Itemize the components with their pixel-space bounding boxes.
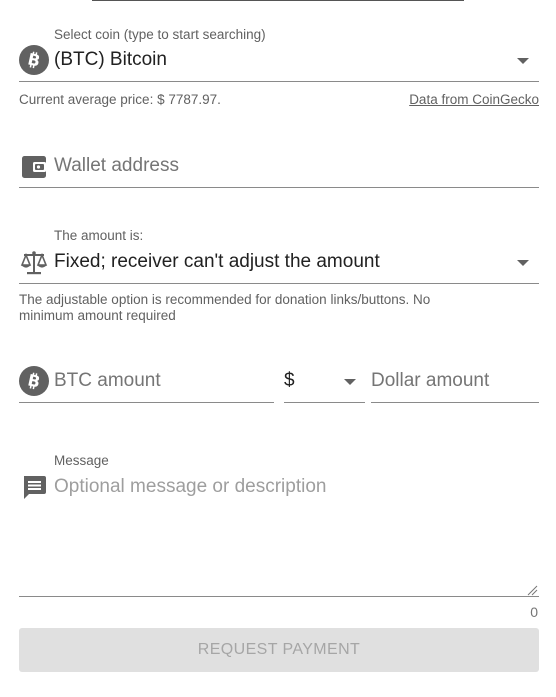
amount-type-helper-line1: The adjustable option is recommended for… — [19, 292, 431, 307]
message-label: Message — [54, 453, 109, 468]
amount-type-helper: The adjustable option is recommended for… — [19, 292, 430, 324]
amount-type-value[interactable]: Fixed; receiver can't adjust the amount — [54, 251, 380, 273]
coin-select-underline — [19, 81, 539, 82]
message-underline — [19, 596, 539, 597]
currency-select-value[interactable]: $ — [284, 370, 295, 392]
bitcoin-icon: B — [19, 366, 49, 396]
btc-amount-underline — [19, 402, 274, 403]
amount-type-underline — [19, 283, 539, 284]
request-payment-button[interactable]: REQUEST PAYMENT — [19, 628, 539, 672]
amount-type-label: The amount is: — [54, 228, 144, 243]
amount-type-helper-line2: minimum amount required — [19, 308, 176, 323]
current-price-text: Current average price: $ 7787.97. — [19, 92, 221, 107]
scale-icon — [20, 250, 48, 276]
resize-handle-icon[interactable] — [527, 583, 538, 596]
message-textarea[interactable]: Optional message or description — [54, 476, 326, 498]
currency-underline — [284, 402, 365, 403]
dollar-amount-underline — [371, 402, 539, 403]
coin-select-value[interactable]: (BTC) Bitcoin — [54, 49, 167, 71]
request-payment-label: REQUEST PAYMENT — [197, 641, 361, 658]
coin-select-label: Select coin (type to start searching) — [54, 27, 266, 42]
message-char-count: 0 — [530, 604, 538, 620]
dollar-amount-input[interactable]: Dollar amount — [371, 370, 489, 392]
bitcoin-icon: B — [19, 45, 49, 75]
chevron-down-icon[interactable] — [344, 379, 356, 385]
coingecko-link[interactable]: Data from CoinGecko — [409, 92, 539, 107]
wallet-address-input[interactable]: Wallet address — [54, 155, 179, 177]
top-divider — [92, 0, 464, 1]
wallet-underline — [19, 187, 539, 188]
wallet-icon — [21, 155, 47, 179]
chevron-down-icon[interactable] — [517, 58, 529, 64]
btc-amount-input[interactable]: BTC amount — [54, 370, 161, 392]
message-icon — [21, 474, 47, 500]
chevron-down-icon[interactable] — [517, 260, 529, 266]
